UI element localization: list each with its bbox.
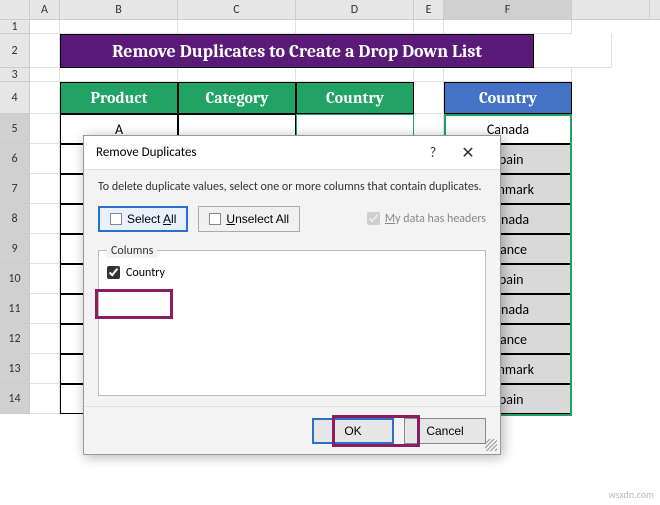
row-header-12[interactable]: 12 bbox=[0, 324, 30, 354]
ok-button[interactable]: OK bbox=[312, 418, 394, 444]
row-header-13[interactable]: 13 bbox=[0, 354, 30, 384]
watermark: wsxdn.com bbox=[609, 488, 654, 501]
header-country-left: Country bbox=[296, 82, 414, 114]
row-header-9[interactable]: 9 bbox=[0, 234, 30, 264]
close-button[interactable]: ✕ bbox=[448, 143, 488, 163]
col-header-f[interactable]: F bbox=[444, 0, 572, 19]
col-header-d[interactable]: D bbox=[296, 0, 414, 19]
spreadsheet-grid: A B C D E F 1 2 Remove Duplicates to Cre… bbox=[0, 0, 660, 505]
row-header-3[interactable]: 3 bbox=[0, 68, 30, 82]
header-category: Category bbox=[178, 82, 296, 114]
col-header-g[interactable] bbox=[572, 0, 650, 19]
header-product: Product bbox=[60, 82, 178, 114]
select-all-corner[interactable] bbox=[0, 0, 30, 19]
resize-grip[interactable] bbox=[485, 439, 497, 451]
row-header-5[interactable]: 5 bbox=[0, 114, 30, 144]
column-checkbox-label: Country bbox=[126, 266, 165, 280]
headers-checkbox-wrap[interactable]: My data has headers bbox=[367, 212, 486, 226]
column-checkbox-country[interactable] bbox=[107, 266, 120, 279]
row-header-7[interactable]: 7 bbox=[0, 174, 30, 204]
dialog-description: To delete duplicate values, select one o… bbox=[98, 180, 486, 196]
columns-legend: Columns bbox=[107, 244, 157, 258]
row-header-1[interactable]: 1 bbox=[0, 20, 30, 34]
unselect-all-icon bbox=[209, 213, 221, 225]
header-country-right: Country bbox=[444, 82, 572, 114]
row-header-2[interactable]: 2 bbox=[0, 34, 30, 68]
help-button[interactable]: ? bbox=[418, 144, 448, 161]
col-header-c[interactable]: C bbox=[178, 0, 296, 19]
dialog-titlebar[interactable]: Remove Duplicates ? ✕ bbox=[84, 136, 500, 170]
column-headers: A B C D E F bbox=[0, 0, 660, 20]
select-all-icon bbox=[110, 213, 122, 225]
headers-checkbox-label: My data has headers bbox=[385, 212, 486, 226]
headers-checkbox[interactable] bbox=[367, 212, 380, 225]
remove-duplicates-dialog: Remove Duplicates ? ✕ To delete duplicat… bbox=[83, 135, 501, 455]
select-all-button[interactable]: Select All bbox=[98, 206, 188, 232]
unselect-all-button[interactable]: Unselect All bbox=[198, 206, 300, 232]
cancel-button[interactable]: Cancel bbox=[404, 418, 486, 444]
col-header-e[interactable]: E bbox=[414, 0, 444, 19]
dialog-title-text: Remove Duplicates bbox=[96, 145, 197, 160]
row-header-8[interactable]: 8 bbox=[0, 204, 30, 234]
columns-fieldset: Columns Country bbox=[98, 244, 486, 396]
row-header-6[interactable]: 6 bbox=[0, 144, 30, 174]
row-header-11[interactable]: 11 bbox=[0, 294, 30, 324]
col-header-b[interactable]: B bbox=[60, 0, 178, 19]
row-header-10[interactable]: 10 bbox=[0, 264, 30, 294]
banner-title: Remove Duplicates to Create a Drop Down … bbox=[60, 34, 534, 68]
col-header-a[interactable]: A bbox=[30, 0, 60, 19]
row-header-4[interactable]: 4 bbox=[0, 82, 30, 114]
row-header-14[interactable]: 14 bbox=[0, 384, 30, 414]
column-checkbox-item[interactable]: Country bbox=[107, 264, 477, 282]
